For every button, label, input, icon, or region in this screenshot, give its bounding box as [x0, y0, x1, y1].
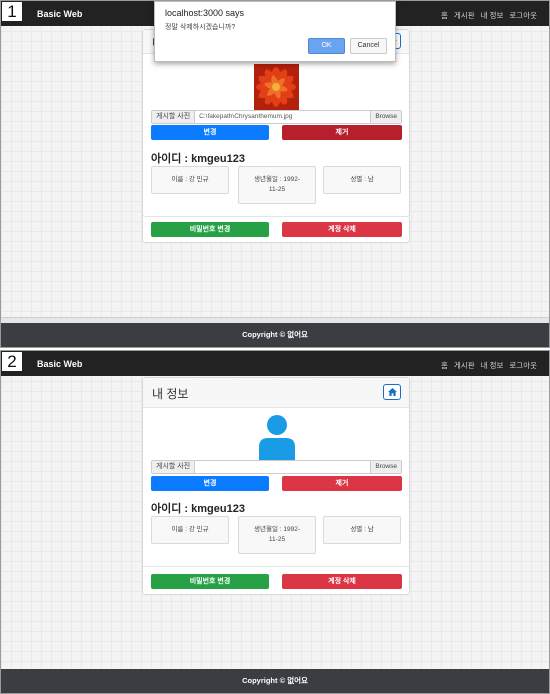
- copyright-text: Copyright © 없어요: [242, 676, 308, 685]
- photo-file-input[interactable]: 게시할 사진 Browse: [151, 460, 402, 474]
- navbar: Basic Web 홈 게시판 내 정보 로그아웃: [1, 351, 549, 376]
- user-name: 이름 : 강 민규: [171, 176, 209, 183]
- change-photo-button[interactable]: 변경: [151, 476, 269, 491]
- birth-date-line2: 11-25: [268, 186, 286, 193]
- browse-button[interactable]: Browse: [370, 461, 401, 473]
- dialog-title: localhost:3000 says: [165, 8, 245, 18]
- brand-logo[interactable]: Basic Web: [37, 359, 82, 369]
- birth-box: 생년월일 : 1992- 11-25: [238, 166, 316, 204]
- birth-box: 생년월일 : 1992- 11-25: [238, 516, 316, 554]
- name-box: 이름 : 강 민규: [151, 166, 229, 194]
- file-input-label: 게시할 사진: [152, 111, 196, 123]
- card-header: 내 정보: [143, 378, 409, 408]
- remove-photo-button[interactable]: 제거: [282, 125, 402, 140]
- photo-file-input[interactable]: 게시할 사진 C:\fakepath\Chrysanthemum.jpg Bro…: [151, 110, 402, 124]
- card-divider: [143, 566, 409, 567]
- dialog-message: 정말 삭제하시겠습니까?: [165, 24, 236, 31]
- gender-box: 성별 : 남: [323, 516, 401, 544]
- copyright-text: Copyright © 없어요: [242, 330, 308, 339]
- birth-date-line1: 생년월일 : 1992-: [254, 176, 300, 183]
- screenshot-step-1: 1 Basic Web 홈 게시판 내 정보 로그아웃 내 정보: [0, 0, 550, 348]
- nav-board[interactable]: 게시판: [454, 360, 475, 371]
- delete-account-button[interactable]: 계정 삭제: [282, 574, 402, 589]
- user-id: 아이디 : kmgeu123: [151, 503, 245, 515]
- dialog-cancel-button[interactable]: Cancel: [350, 38, 387, 54]
- nav-home[interactable]: 홈: [441, 10, 448, 21]
- birth-date-line1: 생년월일 : 1992-: [254, 526, 300, 533]
- user-gender: 성별 : 남: [350, 176, 374, 183]
- profile-photo: [254, 64, 299, 110]
- gender-box: 성별 : 남: [323, 166, 401, 194]
- step-number: 2: [1, 351, 23, 372]
- page-footer: Copyright © 없어요: [1, 323, 549, 347]
- confirm-dialog: localhost:3000 says 정말 삭제하시겠습니까? OK Canc…: [154, 1, 396, 62]
- nav-logout[interactable]: 로그아웃: [509, 360, 537, 371]
- file-path-value: C:\fakepath\Chrysanthemum.jpg: [199, 113, 293, 120]
- delete-account-button[interactable]: 계정 삭제: [282, 222, 402, 237]
- change-photo-button[interactable]: 변경: [151, 125, 269, 140]
- nav-my-info[interactable]: 내 정보: [481, 10, 504, 21]
- file-input-label: 게시할 사진: [152, 461, 196, 473]
- dialog-ok-button[interactable]: OK: [308, 38, 345, 54]
- step-number: 1: [1, 1, 23, 22]
- screenshot-step-2: 2 Basic Web 홈 게시판 내 정보 로그아웃 내 정보 게시할 사진: [0, 350, 550, 694]
- nav-links: 홈 게시판 내 정보 로그아웃: [441, 10, 537, 21]
- user-icon: [259, 415, 295, 460]
- card-title: 내 정보: [152, 387, 189, 401]
- user-gender: 성별 : 남: [350, 526, 374, 533]
- default-avatar: [257, 414, 297, 460]
- birth-date-line2: 11-25: [268, 536, 286, 543]
- home-icon: [387, 388, 397, 396]
- change-password-button[interactable]: 비밀번호 변경: [151, 222, 269, 237]
- remove-photo-button[interactable]: 제거: [282, 476, 402, 491]
- file-path-value: [195, 461, 370, 473]
- profile-card: 내 정보 게시할 사진 Browse 변경 제거 아이디 : kmgeu123 …: [142, 377, 410, 595]
- page-footer: Copyright © 없어요: [1, 669, 549, 693]
- brand-logo[interactable]: Basic Web: [37, 9, 82, 19]
- user-name: 이름 : 강 민규: [171, 526, 209, 533]
- nav-home[interactable]: 홈: [441, 360, 448, 371]
- card-footer: 비밀번호 변경 계정 삭제: [142, 217, 410, 243]
- nav-board[interactable]: 게시판: [454, 10, 475, 21]
- nav-my-info[interactable]: 내 정보: [481, 360, 504, 371]
- nav-links: 홈 게시판 내 정보 로그아웃: [441, 360, 537, 371]
- nav-logout[interactable]: 로그아웃: [509, 10, 537, 21]
- name-box: 이름 : 강 민규: [151, 516, 229, 544]
- home-button[interactable]: [383, 384, 401, 400]
- change-password-button[interactable]: 비밀번호 변경: [151, 574, 269, 589]
- browse-button[interactable]: Browse: [370, 111, 401, 123]
- user-id: 아이디 : kmgeu123: [151, 153, 245, 165]
